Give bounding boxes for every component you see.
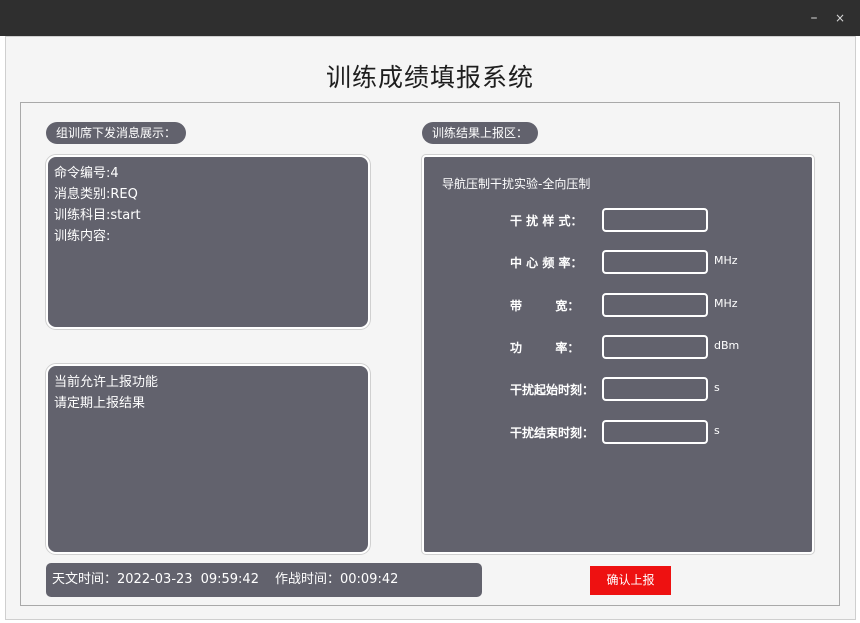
astro-time-value: 09:59:42 — [200, 572, 259, 587]
center-frequency-unit: MHz — [714, 254, 738, 267]
power-label: 功 率： — [510, 341, 580, 355]
combat-time-label: 作战时间： — [274, 572, 340, 587]
jam-start-time-input[interactable] — [602, 377, 708, 401]
confirm-report-button[interactable]: 确认上报 — [590, 566, 671, 595]
message-display-panel: 命令编号:4 消息类别:REQ 训练科目:start 训练内容: — [46, 155, 370, 329]
form-row-jam-end-time: 干扰结束时刻： s — [424, 420, 816, 444]
combat-time-value: 00:09:42 — [339, 572, 399, 587]
jam-end-time-unit: s — [714, 424, 720, 437]
close-icon[interactable]: × — [832, 10, 848, 26]
astro-date-value: 2022-03-23 — [117, 572, 193, 587]
window-titlebar: – × — [0, 0, 860, 36]
jam-start-time-unit: s — [714, 381, 720, 394]
astro-time-label: 天文时间： — [52, 572, 118, 587]
message-section-label: 组训席下发消息展示： — [46, 122, 187, 144]
jam-start-time-label: 干扰起始时刻： — [510, 383, 595, 397]
status-panel: 当前允许上报功能 请定期上报结果 — [46, 364, 370, 554]
command-number-text: 命令编号:4 — [54, 166, 119, 181]
form-row-center-frequency: 中 心 频 率： MHz — [424, 250, 816, 274]
form-row-power: 功 率： dBm — [424, 335, 816, 359]
report-section-label: 训练结果上报区： — [422, 122, 539, 144]
power-input[interactable] — [602, 335, 708, 359]
center-frequency-input[interactable] — [602, 250, 708, 274]
training-content-text: 训练内容: — [54, 229, 111, 244]
bandwidth-label: 带 宽： — [510, 299, 580, 313]
jam-style-input[interactable] — [602, 208, 708, 232]
bandwidth-input[interactable] — [602, 293, 708, 317]
message-type-text: 消息类别:REQ — [54, 187, 138, 202]
report-panel: 导航压制干扰实验-全向压制 干 扰 样 式： 中 心 频 率： MHz 带 宽：… — [422, 155, 814, 554]
form-row-bandwidth: 带 宽： MHz — [424, 293, 816, 317]
power-unit: dBm — [714, 339, 740, 352]
form-row-jam-style: 干 扰 样 式： — [424, 208, 816, 232]
jam-end-time-label: 干扰结束时刻： — [510, 426, 595, 440]
jam-end-time-input[interactable] — [602, 420, 708, 444]
experiment-title: 导航压制干扰实验-全向压制 — [442, 177, 591, 191]
training-subject-text: 训练科目:start — [54, 208, 141, 223]
minimize-icon[interactable]: – — [806, 10, 822, 26]
report-reminder-text: 请定期上报结果 — [54, 396, 146, 411]
bandwidth-unit: MHz — [714, 297, 738, 310]
jam-style-label: 干 扰 样 式： — [510, 214, 583, 228]
page-title: 训练成绩填报系统 — [325, 63, 534, 92]
time-status-bar: 天文时间：2022-03-23 09:59:42 作战时间：00:09:42 — [46, 563, 482, 597]
form-row-jam-start-time: 干扰起始时刻： s — [424, 377, 816, 401]
report-allowed-text: 当前允许上报功能 — [54, 375, 159, 390]
center-frequency-label: 中 心 频 率： — [510, 256, 583, 270]
